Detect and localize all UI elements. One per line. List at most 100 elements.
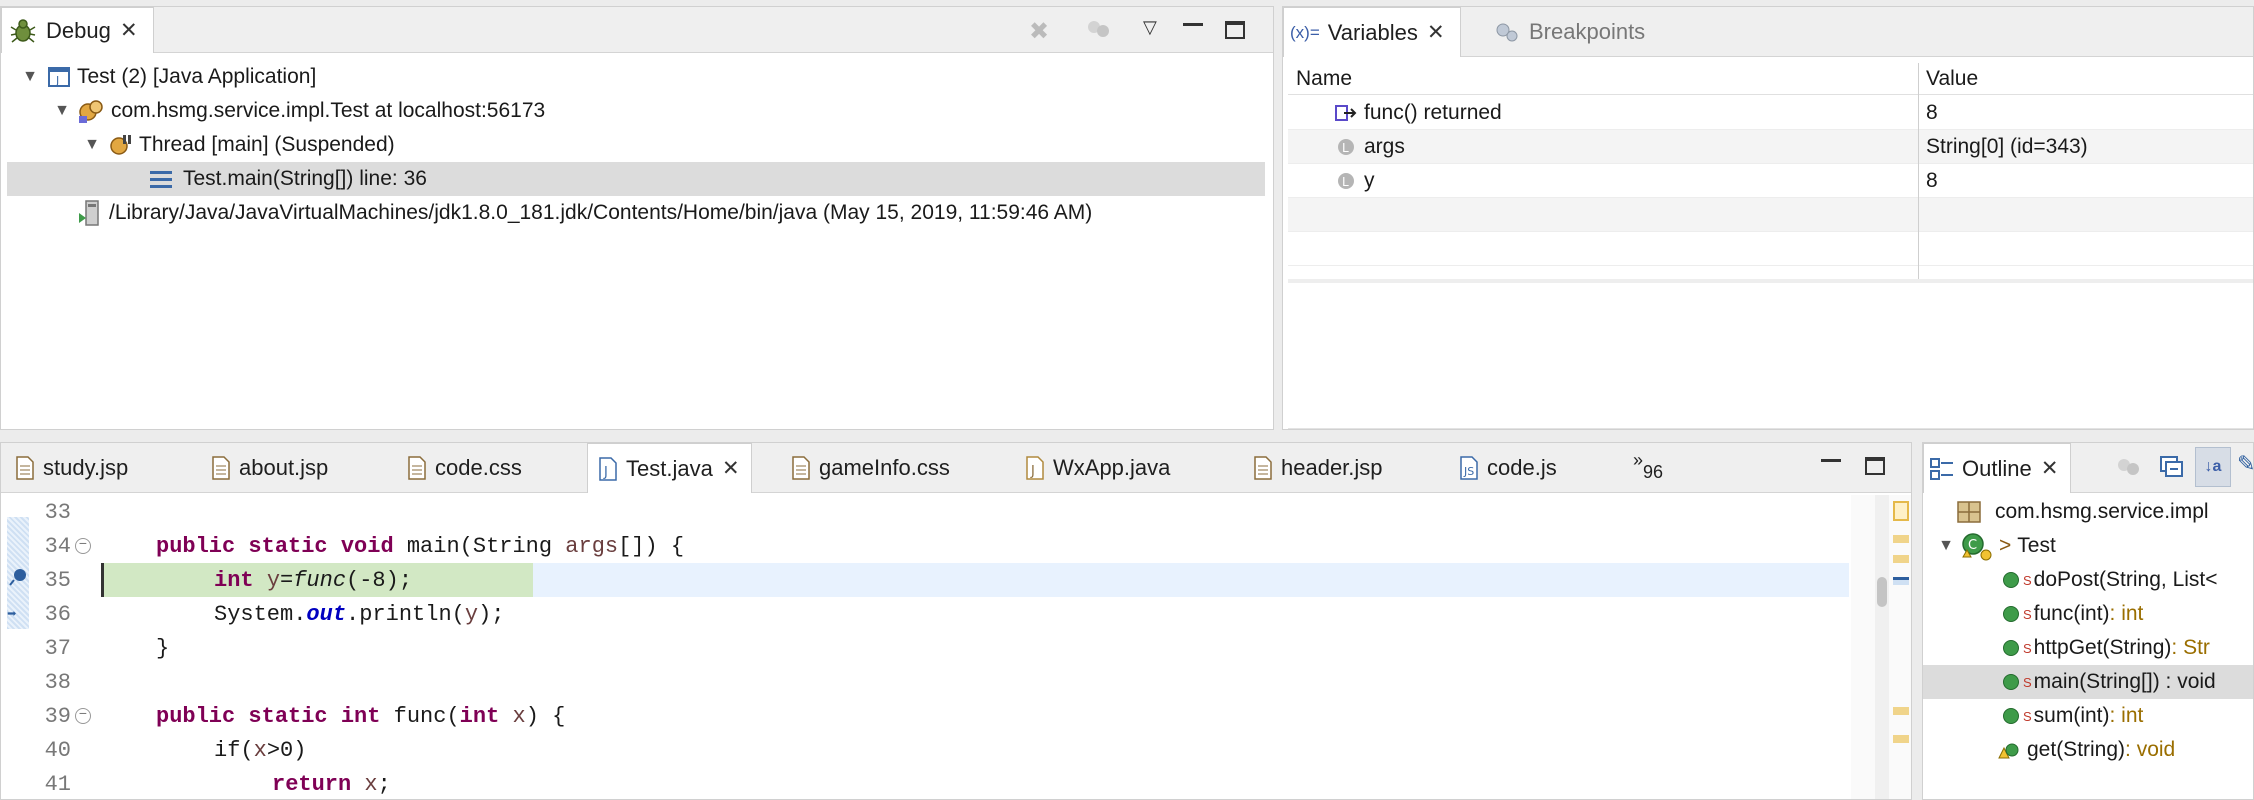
- css-file-icon: [407, 456, 427, 480]
- jsp-file-icon: [211, 456, 231, 480]
- outline-item-method[interactable]: S func(int) : int: [1923, 597, 2253, 631]
- tree-item-launch[interactable]: ▼ J Test (2) [Java Application]: [1, 60, 1273, 94]
- package-icon: [1957, 501, 1981, 523]
- outline-item-label: get(String): [2027, 738, 2126, 761]
- return-type: : void: [2125, 738, 2176, 761]
- code-text: System.out.println(y);: [214, 601, 505, 627]
- tab-outline[interactable]: Outline ✕: [1923, 443, 2071, 493]
- line-number: 34: [44, 533, 71, 559]
- code-line[interactable]: 36 ➡ System.out.println(y);: [1, 597, 1911, 631]
- static-badge: S: [2023, 640, 2032, 656]
- outline-item-label: doPost(String, List<: [2033, 568, 2218, 591]
- collapse-all-icon[interactable]: [2159, 455, 2185, 485]
- tree-item-stack-frame[interactable]: Test.main(String[]) line: 36: [7, 162, 1265, 196]
- view-menu-icon[interactable]: ▽: [1143, 17, 1157, 38]
- outline-item-label: httpGet(String): [2033, 636, 2172, 659]
- current-line-marker[interactable]: [1893, 577, 1909, 585]
- fold-icon[interactable]: −: [75, 708, 91, 724]
- tab-breakpoints[interactable]: Breakpoints: [1487, 7, 1653, 57]
- outline-item-package[interactable]: com.hsmg.service.impl: [1923, 495, 2253, 529]
- maximize-icon[interactable]: [1865, 457, 1885, 475]
- annotation-marker[interactable]: [1893, 535, 1909, 543]
- tab-test-java[interactable]: J Test.java ✕: [587, 443, 752, 493]
- close-icon[interactable]: ✕: [119, 18, 139, 43]
- code-line[interactable]: 33: [1, 495, 1911, 529]
- outline-item-method[interactable]: S httpGet(String) : Str: [1923, 631, 2253, 665]
- minimize-icon[interactable]: [1183, 23, 1203, 26]
- table-row[interactable]: func() returned 8: [1288, 96, 2253, 130]
- maximize-icon[interactable]: [1225, 21, 1245, 39]
- tree-item-label: Test (2) [Java Application]: [77, 65, 317, 88]
- java-file-icon: J: [598, 456, 618, 481]
- code-line[interactable]: 41 return x;: [1, 767, 1911, 799]
- fold-icon[interactable]: −: [75, 538, 91, 554]
- tabs-overflow-button[interactable]: » 96: [1633, 443, 1671, 493]
- outline-item-method-selected[interactable]: S main(String[]) : void: [1923, 665, 2253, 699]
- local-variable-icon: L: [1336, 137, 1356, 157]
- hide-static-icon[interactable]: ✎: [2237, 451, 2253, 477]
- close-icon[interactable]: ✕: [721, 456, 741, 481]
- code-text: public static void main(String args[]) {: [156, 533, 685, 559]
- tab-study-jsp[interactable]: study.jsp: [15, 443, 128, 493]
- outline-item-label: com.hsmg.service.impl: [1995, 500, 2209, 523]
- warning-marker[interactable]: [1893, 501, 1909, 521]
- tab-breakpoints-label: Breakpoints: [1529, 19, 1646, 44]
- remove-terminated-icon[interactable]: ✖: [1029, 17, 1049, 46]
- outline-item-method[interactable]: S sum(int) : int: [1923, 699, 2253, 733]
- column-divider[interactable]: [1918, 63, 1919, 281]
- code-text: return x;: [272, 771, 391, 797]
- outline-icon: [1930, 457, 1954, 481]
- outline-item-method[interactable]: S doPost(String, List<: [1923, 563, 2253, 597]
- static-badge: S: [2023, 708, 2032, 724]
- vertical-scrollbar[interactable]: [1875, 495, 1889, 799]
- expand-arrow-icon[interactable]: ▼: [21, 68, 39, 86]
- tree-item-target[interactable]: ▼ com.hsmg.service.impl.Test at localhos…: [1, 94, 1273, 128]
- debug-view: Debug ✕ ✖ ▽ ▼ J Test (2) [Java Applicati…: [0, 6, 1274, 430]
- column-header-value[interactable]: Value: [1926, 67, 1978, 91]
- svg-text:L: L: [1342, 175, 1349, 189]
- overview-ruler[interactable]: [1851, 495, 1911, 799]
- tab-variables[interactable]: (x)= Variables ✕: [1283, 7, 1461, 57]
- line-number: 39: [44, 703, 71, 729]
- code-line[interactable]: 37 }: [1, 631, 1911, 665]
- code-line[interactable]: 40 if(x>0): [1, 733, 1911, 767]
- sort-icon[interactable]: ↓a: [2195, 447, 2231, 487]
- expand-arrow-icon[interactable]: ▼: [1937, 537, 1955, 555]
- tab-code-css[interactable]: code.css: [407, 443, 522, 493]
- tab-about-jsp[interactable]: about.jsp: [211, 443, 328, 493]
- outline-item-method[interactable]: get(String) : void: [1923, 733, 2253, 767]
- table-row[interactable]: L args String[0] (id=343): [1288, 130, 2253, 164]
- annotation-marker[interactable]: [1893, 555, 1909, 563]
- column-header-name[interactable]: Name: [1296, 67, 1352, 91]
- scrollbar-thumb[interactable]: [1877, 577, 1887, 607]
- expand-arrow-icon[interactable]: ▼: [83, 136, 101, 154]
- code-editor[interactable]: 33 34 − public static void main(String a…: [1, 495, 1911, 799]
- variable-name: func() returned: [1364, 100, 1502, 124]
- tree-item-process[interactable]: /Library/Java/JavaVirtualMachines/jdk1.8…: [1, 196, 1273, 230]
- tab-debug[interactable]: Debug ✕: [1, 7, 154, 53]
- annotation-marker[interactable]: [1893, 735, 1909, 743]
- annotation-marker[interactable]: [1893, 707, 1909, 715]
- tab-header-jsp[interactable]: header.jsp: [1253, 443, 1383, 493]
- minimize-icon[interactable]: [1821, 459, 1841, 462]
- jsp-file-icon: [1253, 456, 1273, 480]
- line-number: 40: [44, 737, 71, 763]
- close-icon[interactable]: ✕: [2040, 456, 2060, 481]
- code-line[interactable]: 35 int y=func(-8);: [1, 563, 1911, 597]
- hide-fields-icon[interactable]: [2115, 455, 2143, 485]
- tab-wxapp-java[interactable]: J WxApp.java: [1025, 443, 1170, 493]
- detail-pane[interactable]: [1288, 283, 2253, 429]
- code-line[interactable]: 34 − public static void main(String args…: [1, 529, 1911, 563]
- code-line[interactable]: 38: [1, 665, 1911, 699]
- remove-all-icon[interactable]: [1085, 17, 1113, 47]
- close-icon[interactable]: ✕: [1426, 20, 1446, 45]
- outline-item-class[interactable]: ▼ C > Test: [1923, 529, 2253, 563]
- expand-arrow-icon[interactable]: ▼: [53, 102, 71, 120]
- table-row[interactable]: L y 8: [1288, 164, 2253, 198]
- code-line[interactable]: 39 − public static int func(int x) {: [1, 699, 1911, 733]
- variables-view: (x)= Variables ✕ Breakpoints Name Value …: [1282, 6, 2254, 430]
- tab-gameinfo-css[interactable]: gameInfo.css: [791, 443, 950, 493]
- tab-code-js[interactable]: JS code.js: [1459, 443, 1557, 493]
- tree-item-thread[interactable]: ▼ Thread [main] (Suspended): [1, 128, 1273, 162]
- breakpoint-icon[interactable]: [9, 567, 29, 594]
